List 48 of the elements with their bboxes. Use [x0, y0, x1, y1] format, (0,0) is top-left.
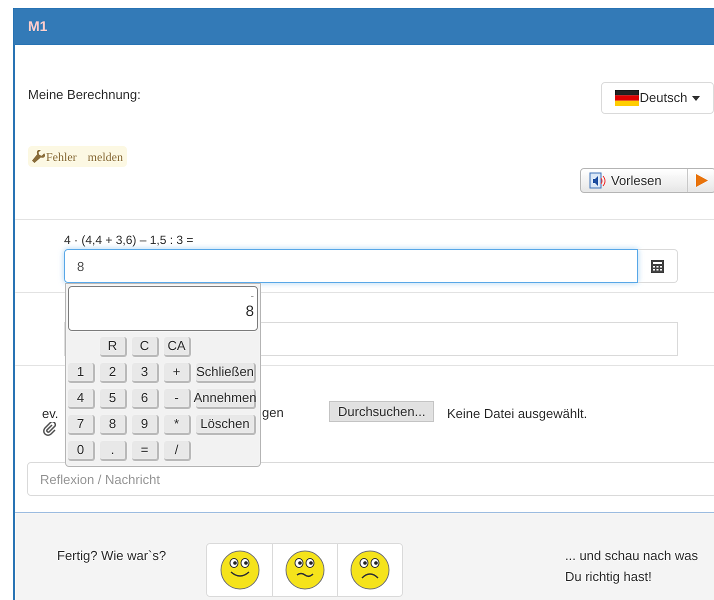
calculator-key[interactable]: 7: [68, 415, 95, 435]
calculator-key[interactable]: 3: [132, 363, 159, 383]
calculator-key[interactable]: +: [164, 363, 191, 383]
calculator-key[interactable]: 2: [100, 363, 127, 383]
language-button[interactable]: Deutsch: [601, 82, 714, 114]
hint-text: ... und schau nach was Du richtig hast!: [565, 547, 699, 586]
paperclip-icon: [43, 422, 57, 436]
calculator-key[interactable]: Annehmen: [196, 389, 256, 409]
calculator-key[interactable]: 4: [68, 389, 95, 409]
calculator-key[interactable]: CA: [164, 337, 191, 357]
wrench-icon: [32, 150, 45, 163]
calculator-key[interactable]: 0: [68, 441, 95, 461]
flag-icon: [614, 90, 639, 106]
panel-title: M1: [28, 17, 48, 36]
attachment-label: ev.: [42, 405, 58, 423]
speaker-icon: [589, 172, 607, 190]
play-icon: [696, 174, 708, 187]
read-aloud-button[interactable]: Vorlesen: [580, 168, 714, 193]
attachment-label: gen: [262, 404, 284, 422]
calculator-key[interactable]: 9: [132, 415, 159, 435]
calculator-icon: [651, 260, 664, 272]
smiley-icon[interactable]: [350, 550, 390, 590]
file-status: Keine Datei ausgewählt.: [447, 405, 588, 423]
answer-field[interactable]: 8: [64, 249, 638, 283]
calculator-key[interactable]: /: [164, 441, 191, 461]
calculator-display: - 8: [68, 286, 258, 331]
calculator-key[interactable]: 5: [100, 389, 127, 409]
calculator-key[interactable]: -: [164, 389, 191, 409]
reflection-field[interactable]: Reflexion / Nachricht: [27, 462, 714, 496]
caret-icon: [692, 96, 700, 100]
calculator-key[interactable]: 8: [100, 415, 127, 435]
report-error-badge[interactable]: Fehler melden: [28, 146, 127, 167]
calculator-key[interactable]: Löschen: [196, 415, 256, 435]
calculator-key[interactable]: R: [100, 337, 127, 357]
calculator-key[interactable]: =: [132, 441, 159, 461]
calculator-key[interactable]: *: [164, 415, 191, 435]
math-expression: 4 · (4,4 + 3,6) – 1,5 : 3 =: [64, 232, 194, 249]
calculator-key[interactable]: Schließen: [196, 363, 256, 383]
calculator-key[interactable]: C: [132, 337, 159, 357]
calculator-button[interactable]: [638, 249, 678, 283]
calculator-key[interactable]: .: [100, 441, 127, 461]
browse-button[interactable]: Durchsuchen...: [329, 401, 434, 422]
calculator-key[interactable]: 1: [68, 363, 95, 383]
prompt-text: Meine Berechnung:: [28, 86, 141, 104]
smiley-icon[interactable]: [220, 550, 260, 590]
smiley-icon[interactable]: [285, 550, 325, 590]
rating-question: Fertig? Wie war`s?: [57, 547, 166, 565]
calculator-key[interactable]: 6: [132, 389, 159, 409]
